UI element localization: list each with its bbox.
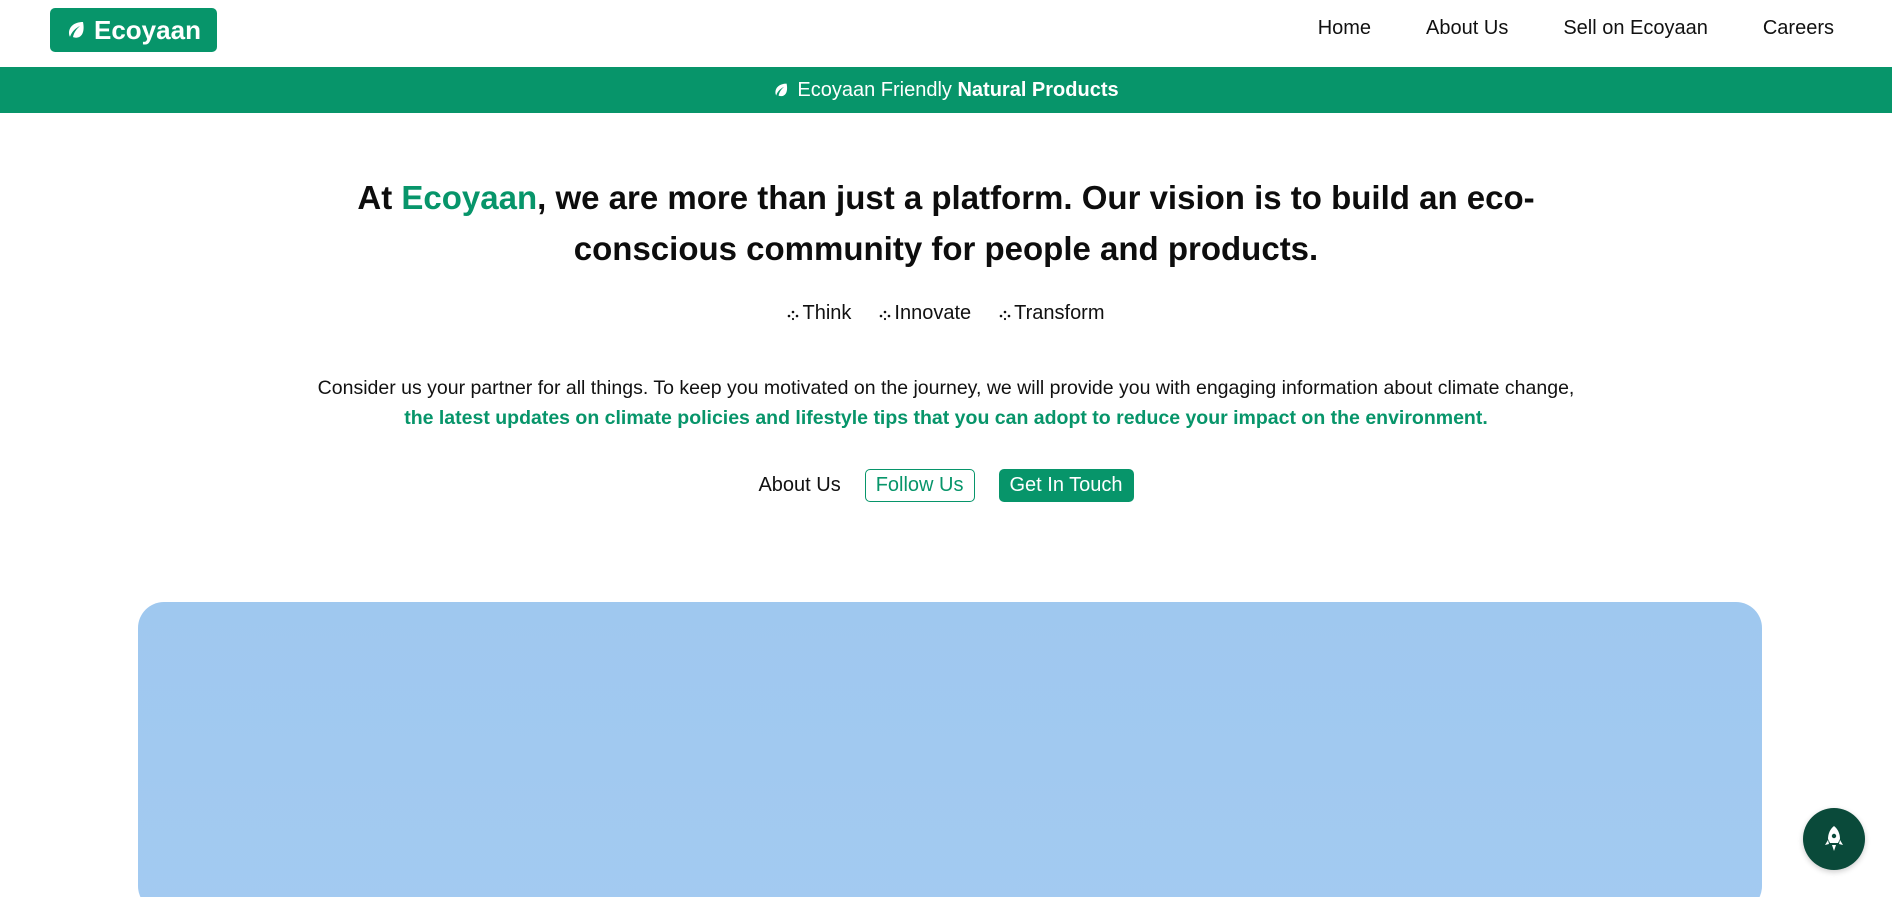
hero-description: Consider us your partner for all things.…: [0, 373, 1892, 433]
hero-image: [138, 602, 1762, 897]
nav-links: Home About Us Sell on Ecoyaan Careers: [1318, 17, 1834, 40]
banner-text: Ecoyaan Friendly: [797, 78, 952, 101]
nav-link-about-us[interactable]: About Us: [1426, 17, 1508, 40]
pillar-label: Think: [802, 302, 852, 324]
follow-us-button[interactable]: Follow Us: [864, 469, 975, 502]
hero-title-suffix: , we are more than just a platform. Our …: [537, 179, 1535, 267]
about-us-button[interactable]: About Us: [758, 470, 840, 501]
nav-link-sell-on-ecoyaan[interactable]: Sell on Ecoyaan: [1563, 17, 1708, 40]
banner-text-bold: Natural Products: [957, 78, 1119, 101]
cta-row: About Us Follow Us Get In Touch: [0, 469, 1892, 502]
nav-link-home[interactable]: Home: [1318, 17, 1371, 40]
hero-title-accent: Ecoyaan: [401, 179, 538, 216]
description-line-1: Consider us your partner for all things.…: [317, 377, 1575, 399]
pillar-think: Think: [787, 302, 851, 325]
logo-text: Ecoyaan: [94, 14, 201, 45]
description-line-2: the latest updates on climate policies a…: [404, 407, 1488, 429]
sparkle-icon: [880, 310, 891, 320]
pillar-transform: Transform: [999, 302, 1105, 325]
hero-title-prefix: At: [357, 179, 402, 216]
navbar: Ecoyaan Home About Us Sell on Ecoyaan Ca…: [0, 0, 1892, 67]
get-in-touch-button[interactable]: Get In Touch: [998, 469, 1134, 502]
sparkle-icon: [788, 310, 799, 320]
pillar-innovate: Innovate: [879, 302, 971, 325]
hero-title: At Ecoyaan, we are more than just a plat…: [346, 172, 1546, 274]
logo[interactable]: Ecoyaan: [50, 8, 217, 52]
leaf-icon: [775, 83, 788, 97]
nav-link-careers[interactable]: Careers: [1763, 17, 1834, 40]
pillars: Think Innovate Transform: [0, 302, 1892, 325]
leaf-icon: [69, 22, 84, 38]
rocket-icon: [1825, 826, 1843, 851]
promo-banner: Ecoyaan Friendly Natural Products: [0, 67, 1892, 113]
pillar-label: Transform: [1014, 302, 1105, 324]
pillar-label: Innovate: [894, 302, 972, 324]
scroll-top-button[interactable]: [1803, 808, 1865, 870]
sparkle-icon: [999, 310, 1011, 320]
